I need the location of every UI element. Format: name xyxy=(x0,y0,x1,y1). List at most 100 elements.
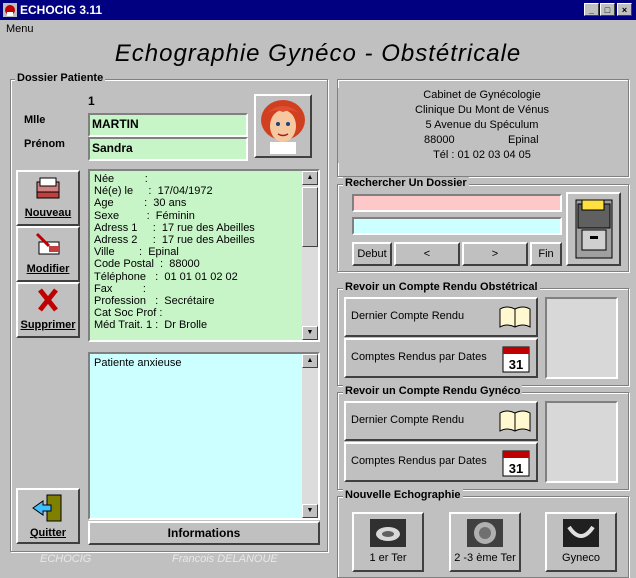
gyneco-preview xyxy=(545,401,618,483)
woman-portrait-icon xyxy=(261,100,305,154)
firstname-label: Prénom xyxy=(24,138,65,150)
ultrasound-image-icon xyxy=(370,519,406,547)
new-file-icon xyxy=(36,177,60,199)
obstetrical-reports-by-date-label: Comptes Rendus par Dates xyxy=(351,351,487,363)
cabinet-postal: 88000 xyxy=(424,134,455,146)
patient-number: 1 xyxy=(88,94,95,108)
previous-record-button[interactable]: < xyxy=(394,242,460,266)
delete-x-icon xyxy=(38,288,58,312)
cabinet-line: Cabinet de Gynécologie xyxy=(423,89,541,101)
search-firstname-input[interactable] xyxy=(352,217,562,235)
informations-button[interactable]: Informations xyxy=(88,521,320,545)
patient-avatar[interactable] xyxy=(254,94,312,158)
minimize-button[interactable]: _ xyxy=(584,3,599,16)
gyneco-last-report-button[interactable]: Dernier Compte Rendu xyxy=(344,401,538,441)
patient-detail-line: Cat Soc Prof : xyxy=(94,307,163,320)
echo-first-trimester-button[interactable]: 1 er Ter xyxy=(352,512,424,572)
calendar-icon: 31 xyxy=(502,450,530,477)
gyneco-reports-by-date-button[interactable]: Comptes Rendus par Dates 31 xyxy=(344,442,538,482)
search-name-input[interactable] xyxy=(352,194,562,212)
menu-item[interactable]: Menu xyxy=(6,23,34,35)
patient-detail-line: Code Postal : 88000 xyxy=(94,258,200,271)
cabinet-line: 5 Avenue du Spéculum xyxy=(425,119,539,131)
window-title: ECHOCIG 3.11 xyxy=(20,3,103,17)
patient-detail-line: Téléphone : 01 01 01 02 02 xyxy=(94,270,238,283)
new-record-label: Nouveau xyxy=(24,207,72,219)
patient-detail-line: Née : xyxy=(94,173,148,185)
edit-icon xyxy=(35,232,60,255)
notes-scrollbar[interactable]: ▲ ▼ xyxy=(302,354,318,518)
footer-app-name: ECHOCIG xyxy=(40,553,92,565)
echo-second-third-trimester-button[interactable]: 2 -3 ème Ter xyxy=(449,512,521,572)
echo-second-third-trimester-label: 2 -3 ème Ter xyxy=(454,552,516,564)
scroll-thumb[interactable] xyxy=(302,187,318,247)
close-button[interactable]: × xyxy=(617,3,632,16)
first-record-button[interactable]: Debut xyxy=(352,242,392,266)
patient-detail-line: Adress 1 : 17 rue des Abeilles xyxy=(94,221,255,234)
title-bar: ECHOCIG 3.11 _ □ × xyxy=(0,0,636,20)
notes-panel: Patiente anxieuse ▲ ▼ xyxy=(88,352,320,520)
details-scrollbar[interactable]: ▲ ▼ xyxy=(302,171,318,340)
obstetrical-last-report-button[interactable]: Dernier Compte Rendu xyxy=(344,297,538,337)
file-cabinet-button[interactable] xyxy=(566,192,621,266)
delete-record-label: Supprimer xyxy=(20,319,76,331)
patient-group-label: Dossier Patiente xyxy=(15,72,106,84)
scroll-down-icon[interactable]: ▼ xyxy=(302,326,318,340)
calendar-day: 31 xyxy=(509,461,523,476)
gyneco-group-label: Revoir un Compte Rendu Gynéco xyxy=(343,385,523,397)
calendar-day: 31 xyxy=(509,357,523,372)
obstetrical-preview xyxy=(545,297,618,379)
quit-button[interactable]: Quitter xyxy=(16,488,80,544)
maximize-button[interactable]: □ xyxy=(600,3,615,16)
patient-detail-line: Adress 2 : 17 rue des Abeilles xyxy=(94,234,255,247)
open-book-icon xyxy=(499,410,531,432)
patient-detail-line: Sexe : Féminin xyxy=(94,209,195,222)
new-record-button[interactable]: Nouveau xyxy=(16,170,80,226)
civility-label: Mlle xyxy=(24,114,46,126)
patient-detail-line: Profession : Secrétaire xyxy=(94,295,215,308)
open-book-icon xyxy=(499,306,531,328)
gyneco-last-report-label: Dernier Compte Rendu xyxy=(351,414,465,426)
next-record-button[interactable]: > xyxy=(462,242,528,266)
scroll-up-icon[interactable]: ▲ xyxy=(302,354,318,368)
patient-detail-line: Age : 30 ans xyxy=(94,197,187,210)
patient-detail-line: Fax : xyxy=(94,282,146,295)
new-echography-group-label: Nouvelle Echographie xyxy=(343,489,463,501)
exit-door-icon xyxy=(32,494,62,522)
echo-gyneco-label: Gyneco xyxy=(562,552,600,564)
patient-detail-line: Méd Trait. 1 : Dr Brolle xyxy=(94,319,208,332)
cabinet-phone: Tél : 01 02 03 04 05 xyxy=(433,149,531,161)
scroll-up-icon[interactable]: ▲ xyxy=(302,171,318,185)
echo-first-trimester-label: 1 er Ter xyxy=(369,552,407,564)
patient-detail-line: Ville : Epinal xyxy=(94,246,179,259)
gyneco-reports-by-date-label: Comptes Rendus par Dates xyxy=(351,455,487,467)
obstetrical-last-report-label: Dernier Compte Rendu xyxy=(351,310,465,322)
last-record-button[interactable]: Fin xyxy=(530,242,562,266)
cabinet-city: Epinal xyxy=(508,134,539,146)
cabinet-line: Clinique Du Mont de Vénus xyxy=(415,104,549,116)
menu-bar: Menu xyxy=(0,20,636,38)
delete-record-button[interactable]: Supprimer xyxy=(16,282,80,338)
patient-details-panel: Née : Né(e) le : 17/04/1972 Age : 30 ans Se… xyxy=(88,169,320,342)
notes-textarea[interactable]: Patiente anxieuse xyxy=(90,354,302,518)
ultrasound-image-icon xyxy=(467,519,503,547)
app-banner-title: Echographie Gynéco - Obstétricale xyxy=(114,40,522,67)
ultrasound-image-icon xyxy=(563,519,599,547)
modify-record-button[interactable]: Modifier xyxy=(16,226,80,282)
calendar-icon: 31 xyxy=(502,346,530,373)
scroll-down-icon[interactable]: ▼ xyxy=(302,504,318,518)
footer-author: Francois DELANOUE xyxy=(172,553,278,565)
cabinet-info: Cabinet de Gynécologie Clinique Du Mont … xyxy=(338,88,626,163)
patient-detail-line: Né(e) le : 17/04/1972 xyxy=(94,185,213,198)
obstetrical-group-label: Revoir un Compte Rendu Obstétrical xyxy=(343,281,540,293)
patient-details-list: Née : Né(e) le : 17/04/1972 Age : 30 ans Se… xyxy=(90,171,302,340)
quit-label: Quitter xyxy=(29,527,67,539)
patient-name-field[interactable]: MARTIN xyxy=(88,113,248,137)
modify-record-label: Modifier xyxy=(26,263,70,275)
app-icon[interactable] xyxy=(3,3,17,17)
search-group-label: Rechercher Un Dossier xyxy=(343,177,469,189)
file-cabinet-icon xyxy=(575,199,613,259)
patient-firstname-field[interactable]: Sandra xyxy=(88,137,248,161)
echo-gyneco-button[interactable]: Gyneco xyxy=(545,512,617,572)
obstetrical-reports-by-date-button[interactable]: Comptes Rendus par Dates 31 xyxy=(344,338,538,378)
